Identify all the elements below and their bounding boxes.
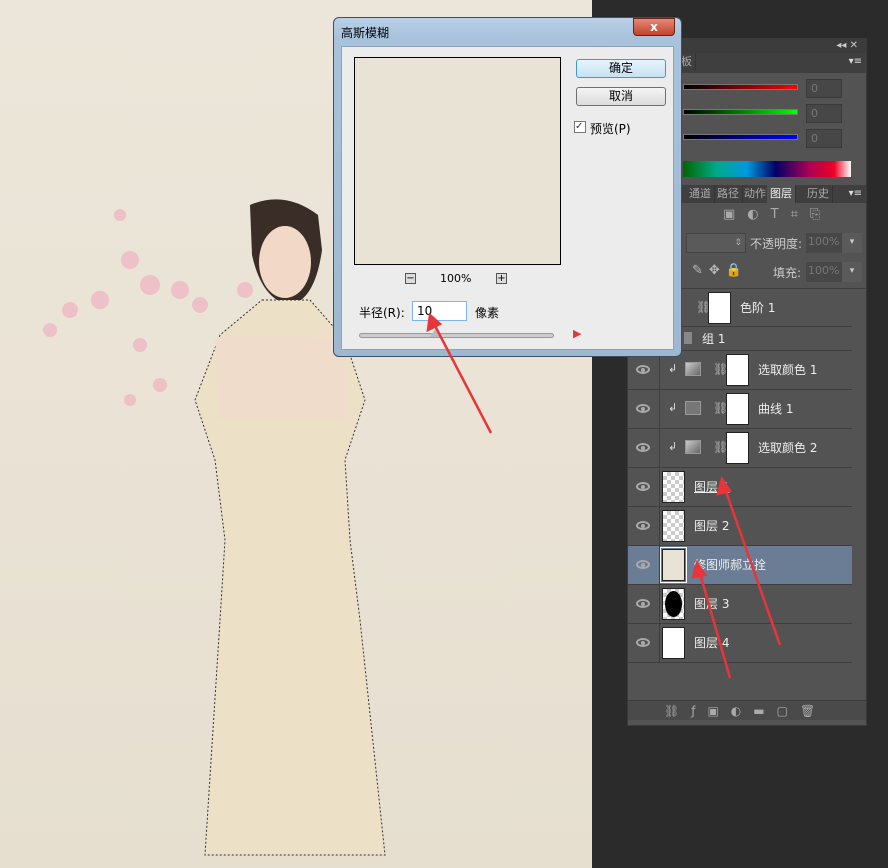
zoom-in-button[interactable]: + <box>496 273 507 284</box>
layer-filter-icons[interactable]: ▣◐T⌗⎘ <box>723 207 832 222</box>
eye-icon[interactable] <box>636 443 650 452</box>
radius-slider[interactable] <box>359 329 554 338</box>
layer-name: 图层 2 <box>694 519 730 533</box>
layer-row-layer-4[interactable]: 图层 4 <box>628 624 852 663</box>
layer-row-curves-1[interactable]: ↲ ⛓ 曲线 1 <box>628 390 852 429</box>
fill-label: 填充: <box>773 266 802 280</box>
fill-dropdown[interactable]: ▾ <box>842 262 862 282</box>
close-button[interactable]: x <box>633 18 675 36</box>
layer-thumbnail <box>662 627 685 659</box>
layer-name: 选取颜色 1 <box>758 363 818 377</box>
red-value[interactable]: 0 <box>806 79 842 98</box>
layer-name: 图层 1 <box>694 480 730 494</box>
green-value[interactable]: 0 <box>806 104 842 123</box>
blur-preview[interactable] <box>354 57 561 265</box>
dialog-title: 高斯模糊 <box>341 26 390 40</box>
layer-name: 图层 3 <box>694 597 730 611</box>
selective-color-icon <box>685 440 701 454</box>
green-slider[interactable] <box>683 109 798 115</box>
layer-name: 修图师郝立拴 <box>694 558 767 572</box>
layer-name: 组 1 <box>702 331 726 346</box>
eye-icon[interactable] <box>636 365 650 374</box>
gaussian-blur-dialog: 高斯模糊 x − 100% + 确定 取消 ✓ 预览(P) 半径(R): 10 … <box>333 17 682 357</box>
cancel-button[interactable]: 取消 <box>576 87 666 106</box>
layer-thumbnail <box>662 471 685 503</box>
radius-label: 半径(R): <box>359 306 405 320</box>
eye-icon[interactable] <box>636 404 650 413</box>
zoom-level: 100% <box>440 272 472 285</box>
blue-value[interactable]: 0 <box>806 129 842 148</box>
zoom-out-button[interactable]: − <box>405 273 416 284</box>
tab-history[interactable]: 历史 <box>804 185 833 203</box>
eye-icon[interactable] <box>636 560 650 569</box>
layer-row-layer-1[interactable]: 图层 1 <box>628 468 852 507</box>
color-spectrum[interactable] <box>683 161 851 177</box>
layer-row-layer-2[interactable]: 图层 2 <box>628 507 852 546</box>
layer-row-selected[interactable]: 修图师郝立拴 <box>628 546 852 585</box>
red-slider[interactable] <box>683 84 798 90</box>
tab-actions[interactable]: 动作 <box>741 185 770 203</box>
eye-icon[interactable] <box>636 521 650 530</box>
layer-mask-thumb <box>726 432 749 464</box>
layer-row-layer-3[interactable]: 图层 3 <box>628 585 852 624</box>
unit-label: 像素 <box>475 306 500 320</box>
slider-thumb[interactable] <box>430 329 440 337</box>
layer-name: 色阶 1 <box>740 300 776 315</box>
opacity-dropdown[interactable]: ▾ <box>842 233 862 253</box>
clip-icon: ↲ <box>668 401 678 414</box>
clip-icon: ↲ <box>668 362 678 375</box>
curves-icon <box>685 401 701 415</box>
clip-icon: ↲ <box>668 440 678 453</box>
opacity-input[interactable]: 100% <box>806 233 842 253</box>
selective-color-icon <box>685 362 701 376</box>
tab-channels[interactable]: 通道 <box>686 185 715 203</box>
tab-layers[interactable]: 图层 <box>767 185 796 203</box>
blue-slider[interactable] <box>683 134 798 140</box>
panel-menu-icon[interactable]: ▾≡ <box>849 185 862 203</box>
layers-footer-toolbar[interactable]: ⛓ƒ▣◐▬▢🗑 <box>628 700 866 720</box>
eye-icon[interactable] <box>636 482 650 491</box>
radius-input[interactable]: 10 <box>412 301 467 321</box>
fill-input[interactable]: 100% <box>806 262 842 282</box>
layer-mask-thumb <box>726 393 749 425</box>
tab-paths[interactable]: 路径 <box>714 185 743 203</box>
layer-mask-thumb <box>726 354 749 386</box>
panel-menu-icon[interactable]: ▾≡ <box>849 53 862 71</box>
eye-icon[interactable] <box>636 638 650 647</box>
layer-name: 图层 4 <box>694 636 730 650</box>
eye-icon[interactable] <box>636 599 650 608</box>
layer-thumbnail <box>662 588 685 620</box>
blend-mode-select[interactable]: ⇕ <box>686 233 746 253</box>
ok-button[interactable]: 确定 <box>576 59 666 78</box>
layer-name: 选取颜色 2 <box>758 441 818 455</box>
layer-thumbnail <box>660 547 687 583</box>
preview-label: 预览(P) <box>590 122 631 136</box>
layer-row-selective-color-2[interactable]: ↲ ⛓ 选取颜色 2 <box>628 429 852 468</box>
layer-name: 曲线 1 <box>758 402 794 416</box>
layer-thumbnail <box>662 510 685 542</box>
lock-icons[interactable]: ✎✥🔒 <box>692 263 748 278</box>
folder-icon <box>684 332 692 344</box>
expand-arrow-icon: ▶ <box>573 327 582 340</box>
opacity-label: 不透明度: <box>750 237 803 251</box>
preview-checkbox[interactable]: ✓ <box>574 121 586 133</box>
layer-mask-thumb <box>708 291 731 324</box>
